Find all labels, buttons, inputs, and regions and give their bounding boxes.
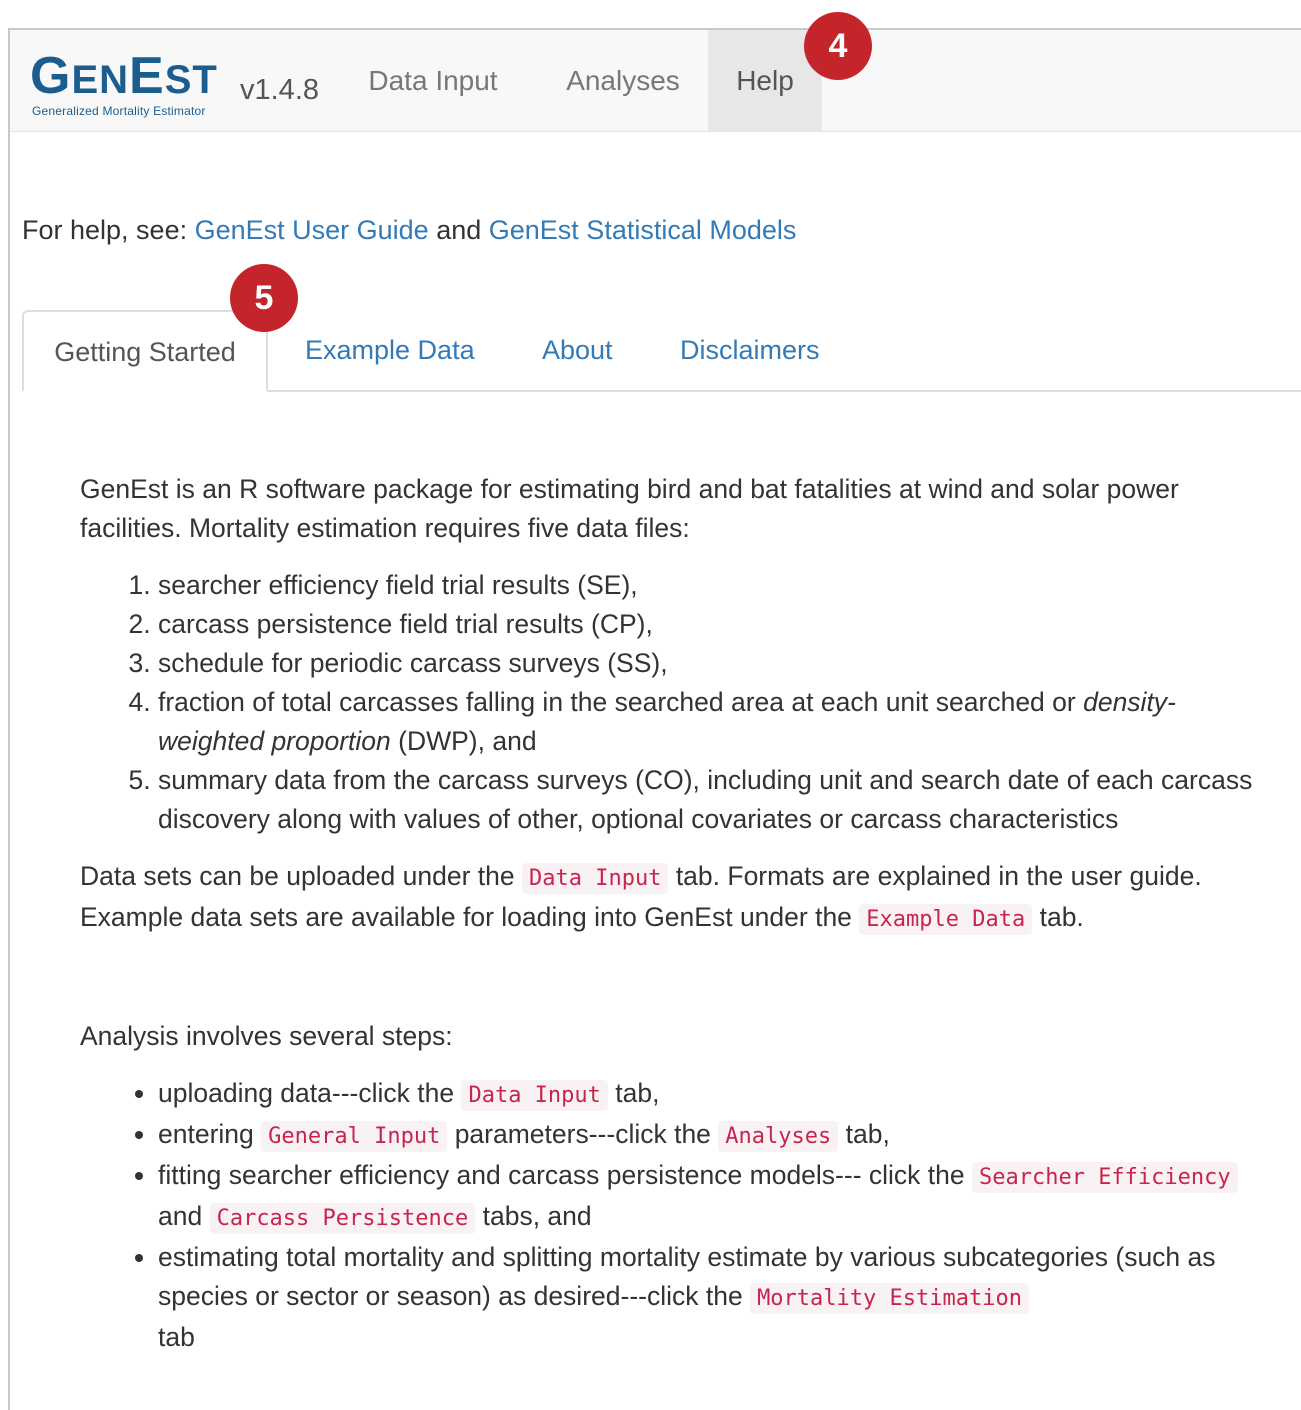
code-analyses: Analyses xyxy=(718,1121,839,1152)
code-example-data: Example Data xyxy=(859,904,1033,935)
help-middle: and xyxy=(428,215,489,245)
analysis-steps-list: uploading data---click the Data Input ta… xyxy=(80,1074,1260,1357)
paragraph-text: Data sets can be uploaded under the xyxy=(80,861,522,891)
brand-name: GENEST xyxy=(30,47,218,105)
tab-about[interactable]: About xyxy=(542,310,613,390)
step-text: uploading data---click the xyxy=(158,1078,462,1108)
step-text: entering xyxy=(158,1119,262,1149)
list-item: summary data from the carcass surveys (C… xyxy=(158,761,1260,839)
callout-badge-4: 4 xyxy=(804,12,872,80)
step-text: parameters---click the xyxy=(447,1119,719,1149)
list-item: entering General Input parameters---clic… xyxy=(158,1115,1260,1156)
list-item: searcher efficiency field trial results … xyxy=(158,566,1260,605)
help-links-line: For help, see: GenEst User Guide and Gen… xyxy=(22,215,796,246)
brand-logo[interactable]: GENEST Generalized Mortality Estimator xyxy=(30,48,230,126)
help-tabs: Getting Started Example Data About Discl… xyxy=(22,310,1301,392)
help-prefix: For help, see: xyxy=(22,215,195,245)
tab-disclaimers[interactable]: Disclaimers xyxy=(680,310,820,390)
step-text: tabs, and xyxy=(475,1201,592,1231)
callout-badge-5: 5 xyxy=(230,264,298,332)
list-item-text: (DWP), and xyxy=(390,726,537,756)
analysis-intro: Analysis involves several steps: xyxy=(80,1021,453,1051)
nav-data-input[interactable]: Data Input xyxy=(354,30,512,131)
user-guide-link[interactable]: GenEst User Guide xyxy=(195,215,429,245)
code-data-input: Data Input xyxy=(461,1080,608,1111)
paragraph-text: tab. xyxy=(1032,902,1084,932)
version-label: v1.4.8 xyxy=(240,74,319,106)
list-item: carcass persistence field trial results … xyxy=(158,605,1260,644)
nav-analyses[interactable]: Analyses xyxy=(538,30,708,131)
list-item: fraction of total carcasses falling in t… xyxy=(158,683,1260,761)
intro-paragraph: GenEst is an R software package for esti… xyxy=(80,474,1179,543)
step-text: tab, xyxy=(607,1078,660,1108)
list-item: schedule for periodic carcass surveys (S… xyxy=(158,644,1260,683)
data-sets-paragraph: Data sets can be uploaded under the Data… xyxy=(80,857,1260,939)
list-item-text: fraction of total carcasses falling in t… xyxy=(158,687,1084,717)
list-item: uploading data---click the Data Input ta… xyxy=(158,1074,1260,1115)
navbar: GENEST Generalized Mortality Estimator v… xyxy=(10,30,1301,132)
step-text: and xyxy=(158,1201,210,1231)
code-mortality-estimation: Mortality Estimation xyxy=(750,1283,1029,1314)
list-item: fitting searcher efficiency and carcass … xyxy=(158,1156,1260,1238)
tab-getting-started[interactable]: Getting Started xyxy=(22,310,268,392)
getting-started-content: GenEst is an R software package for esti… xyxy=(80,470,1260,1371)
code-searcher-efficiency: Searcher Efficiency xyxy=(971,1162,1238,1193)
data-files-list: searcher efficiency field trial results … xyxy=(80,566,1260,839)
code-general-input: General Input xyxy=(261,1121,448,1152)
statistical-models-link[interactable]: GenEst Statistical Models xyxy=(489,215,797,245)
step-text: fitting searcher efficiency and carcass … xyxy=(158,1160,972,1190)
app-frame: GENEST Generalized Mortality Estimator v… xyxy=(8,12,1301,1410)
tab-example-data[interactable]: Example Data xyxy=(305,310,475,390)
list-item: estimating total mortality and splitting… xyxy=(158,1238,1260,1357)
step-text: tab, xyxy=(838,1119,890,1149)
brand-tagline: Generalized Mortality Estimator xyxy=(32,104,206,118)
code-carcass-persistence: Carcass Persistence xyxy=(209,1203,476,1234)
step-text: tab xyxy=(158,1322,195,1352)
step-text: estimating total mortality and splitting… xyxy=(158,1242,1216,1311)
code-data-input: Data Input xyxy=(522,863,669,894)
